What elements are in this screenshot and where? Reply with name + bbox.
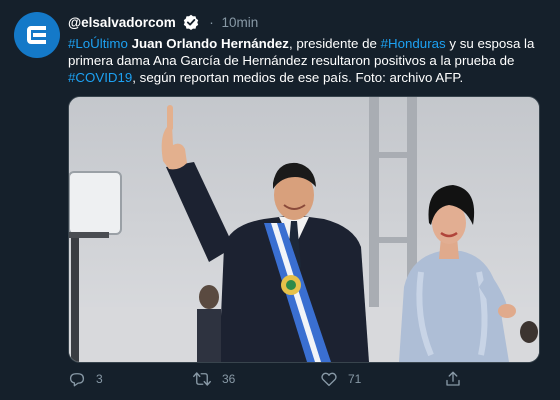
- hashtag-link[interactable]: #COVID19: [68, 70, 132, 85]
- text-segment: , presidente de: [288, 36, 381, 51]
- share-icon: [446, 371, 460, 386]
- tweet-text: #LoÚltimo Juan Orlando Hernández, presid…: [68, 35, 543, 86]
- tweet[interactable]: @elsalvadorcom · 10min #LoÚltimo Juan Or…: [0, 0, 560, 400]
- text-segment: , según reportan medios de ese país. Fot…: [132, 70, 464, 85]
- tweet-photo[interactable]: [68, 96, 540, 363]
- reply-count: 3: [96, 372, 103, 386]
- reply-icon: [69, 373, 85, 387]
- verified-badge-icon: [184, 14, 199, 30]
- user-handle[interactable]: @elsalvadorcom: [68, 15, 176, 30]
- separator-dot: ·: [209, 15, 214, 30]
- timestamp[interactable]: 10min: [222, 15, 259, 30]
- bold-name: Juan Orlando Hernández: [131, 36, 289, 51]
- like-button[interactable]: 71: [320, 370, 361, 388]
- retweet-button[interactable]: 36: [192, 370, 235, 388]
- photo-image: [69, 97, 539, 362]
- retweet-icon: [193, 372, 211, 386]
- share-button[interactable]: [444, 370, 462, 388]
- retweet-count: 36: [222, 372, 236, 386]
- like-count: 71: [348, 372, 362, 386]
- tweet-header: @elsalvadorcom · 10min: [68, 14, 258, 31]
- hashtag-link[interactable]: #LoÚltimo: [68, 36, 128, 51]
- reply-button[interactable]: 3: [68, 370, 103, 388]
- elsalvador-logo-icon: [27, 26, 46, 44]
- hashtag-link[interactable]: #Honduras: [381, 36, 446, 51]
- avatar[interactable]: [14, 12, 60, 58]
- tweet-actions: 3 36 71: [68, 370, 538, 392]
- heart-icon: [321, 372, 337, 387]
